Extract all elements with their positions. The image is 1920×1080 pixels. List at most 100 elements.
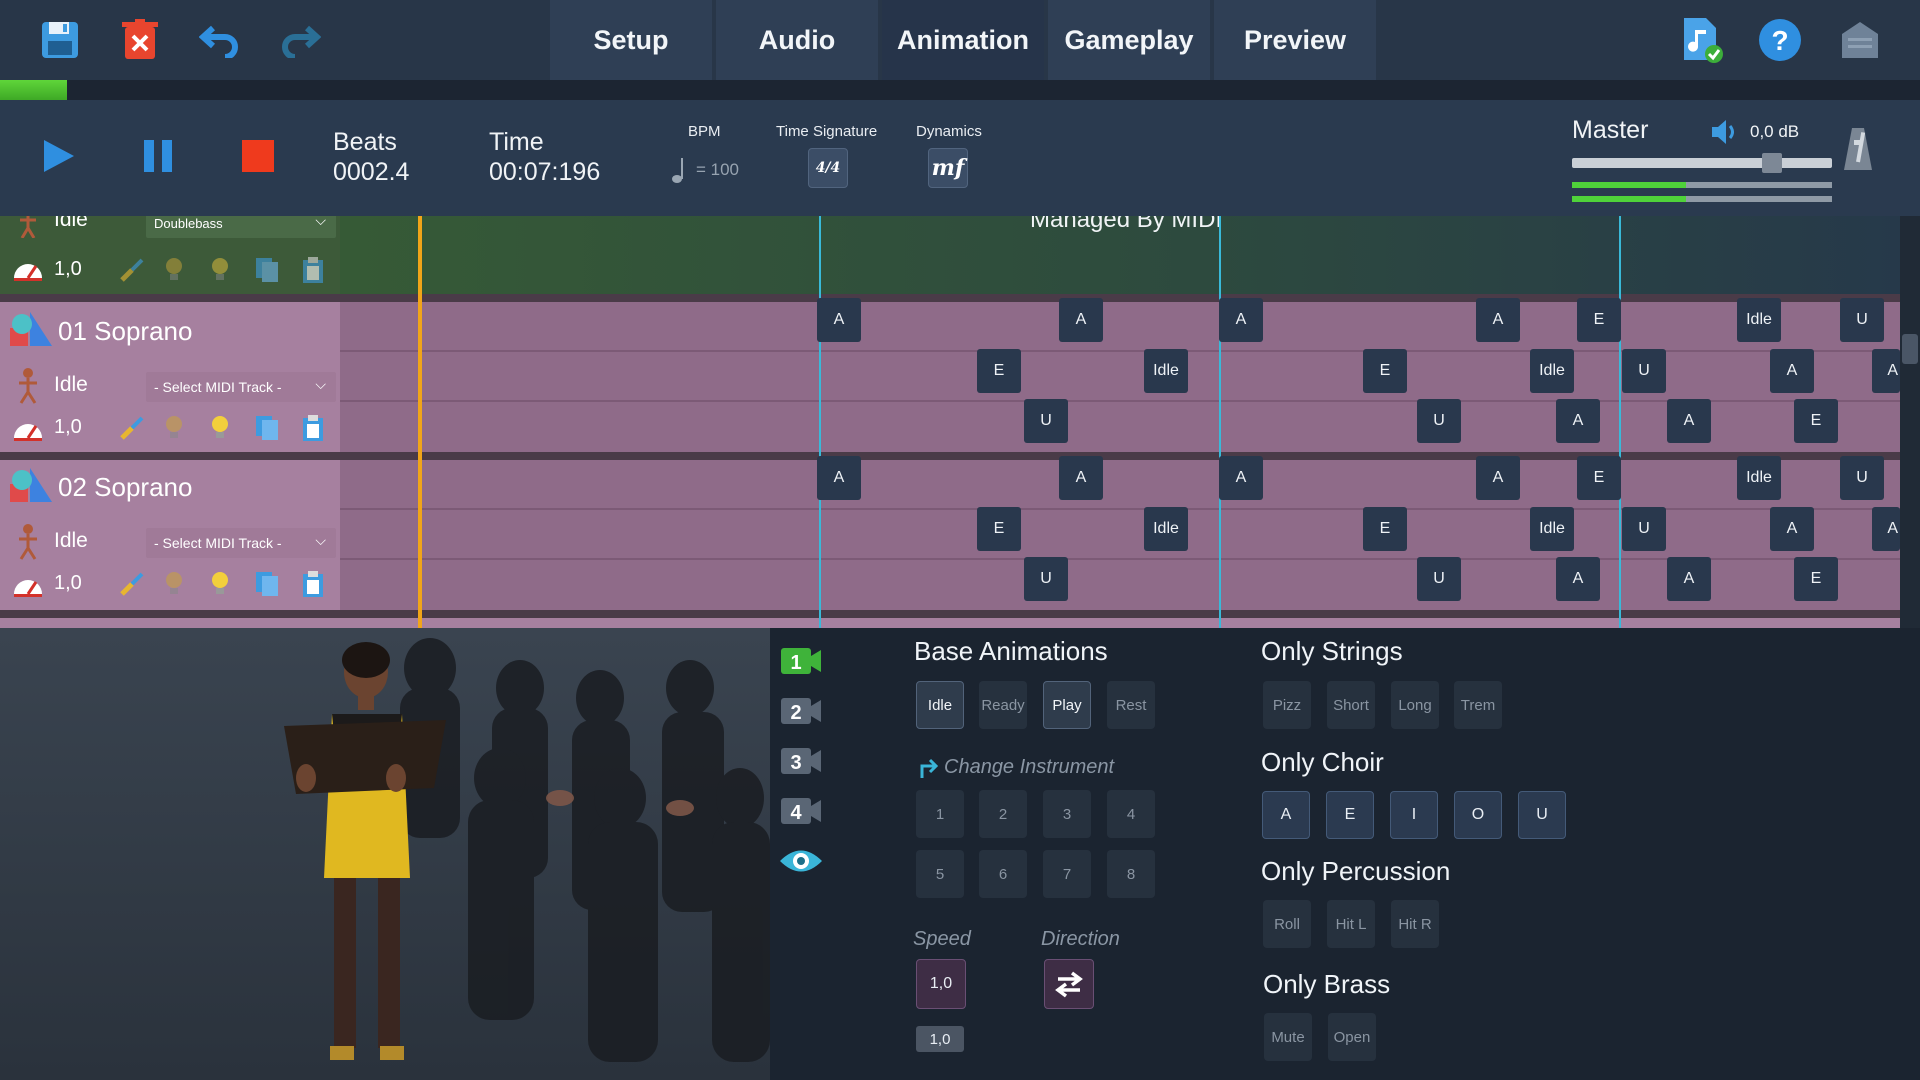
anim-block[interactable]: E	[1794, 557, 1838, 601]
bulb-dim-icon[interactable]	[162, 256, 192, 286]
anim-block[interactable]: U	[1840, 298, 1884, 342]
anim-block[interactable]: E	[1363, 349, 1407, 393]
anim-block[interactable]: Idle	[1530, 507, 1574, 551]
stop-button[interactable]	[230, 128, 286, 184]
anim-block[interactable]: Idle	[1737, 456, 1781, 500]
direction-button[interactable]	[1044, 959, 1094, 1009]
instrument-slot-8[interactable]: 8	[1107, 850, 1155, 898]
anim-block[interactable]: U	[1840, 456, 1884, 500]
camera-2-button[interactable]: 2	[776, 694, 826, 728]
choir-a-button[interactable]: A	[1262, 791, 1310, 839]
anim-block[interactable]: A	[1219, 456, 1263, 500]
anim-block[interactable]: A	[1667, 557, 1711, 601]
anim-block[interactable]: A	[1476, 456, 1520, 500]
anim-block[interactable]: A	[1770, 507, 1814, 551]
instrument-select[interactable]: Doublebass⌵	[146, 216, 336, 238]
camera-4-button[interactable]: 4	[776, 794, 826, 828]
instrument-slot-3[interactable]: 3	[1043, 790, 1091, 838]
bulb-settings-icon[interactable]	[208, 256, 238, 286]
anim-block[interactable]: A	[817, 298, 861, 342]
redo-icon[interactable]	[274, 14, 326, 66]
choir-e-button[interactable]: E	[1326, 791, 1374, 839]
master-volume-slider[interactable]	[1572, 158, 1832, 168]
metronome-icon[interactable]	[1842, 126, 1874, 174]
anim-block[interactable]: U	[1622, 349, 1666, 393]
anim-block[interactable]: Idle	[1530, 349, 1574, 393]
anim-block[interactable]: A	[1219, 298, 1263, 342]
instrument-slot-6[interactable]: 6	[979, 850, 1027, 898]
midi-track-select[interactable]: - Select MIDI Track -⌵	[146, 372, 336, 402]
anim-block[interactable]: E	[1577, 298, 1621, 342]
camera-1-button[interactable]: 1	[776, 644, 826, 678]
speedometer-icon[interactable]	[12, 254, 44, 282]
playhead[interactable]	[418, 216, 422, 628]
anim-block[interactable]: A	[1667, 399, 1711, 443]
instrument-slot-4[interactable]: 4	[1107, 790, 1155, 838]
time-signature-button[interactable]: 4/4	[808, 148, 848, 188]
instrument-slot-2[interactable]: 2	[979, 790, 1027, 838]
dynamics-button[interactable]: mf	[928, 148, 968, 188]
copy-icon[interactable]	[254, 570, 284, 600]
anim-block[interactable]: A	[1872, 507, 1900, 551]
anim-block[interactable]: U	[1024, 399, 1068, 443]
choir-o-button[interactable]: O	[1454, 791, 1502, 839]
undo-icon[interactable]	[194, 14, 246, 66]
anim-block[interactable]: U	[1417, 557, 1461, 601]
base-idle-button[interactable]: Idle	[916, 681, 964, 729]
music-file-check-icon[interactable]	[1676, 14, 1728, 66]
anim-block[interactable]: E	[1363, 507, 1407, 551]
paste-icon[interactable]	[300, 570, 330, 600]
anim-block[interactable]: E	[977, 349, 1021, 393]
anim-block[interactable]: A	[1059, 298, 1103, 342]
copy-icon[interactable]	[254, 256, 284, 286]
pause-button[interactable]	[130, 128, 186, 184]
instrument-slot-5[interactable]: 5	[916, 850, 964, 898]
speaker-icon[interactable]	[1710, 118, 1740, 146]
anim-block[interactable]: Idle	[1144, 507, 1188, 551]
bulb-settings-icon[interactable]	[208, 570, 238, 600]
bulb-settings-icon[interactable]	[208, 414, 238, 444]
percussion-hit-l-button[interactable]: Hit L	[1327, 900, 1375, 948]
help-icon[interactable]: ?	[1754, 14, 1806, 66]
choir-u-button[interactable]: U	[1518, 791, 1566, 839]
master-volume-knob[interactable]	[1762, 153, 1782, 173]
copy-icon[interactable]	[254, 414, 284, 444]
save-icon[interactable]	[34, 14, 86, 66]
bulb-dim-icon[interactable]	[162, 570, 192, 600]
song-progress-bar[interactable]	[0, 80, 1920, 100]
tab-audio[interactable]: Audio	[716, 0, 878, 80]
speed-button[interactable]: 1,0	[916, 959, 966, 1009]
strings-long-button[interactable]: Long	[1391, 681, 1439, 729]
anim-block[interactable]: A	[817, 456, 861, 500]
percussion-hit-r-button[interactable]: Hit R	[1391, 900, 1439, 948]
tab-gameplay[interactable]: Gameplay	[1048, 0, 1210, 80]
home-icon[interactable]	[1834, 14, 1886, 66]
anim-block[interactable]: A	[1059, 456, 1103, 500]
paste-icon[interactable]	[300, 414, 330, 444]
tab-preview[interactable]: Preview	[1214, 0, 1376, 80]
timeline-scrollbar[interactable]	[1900, 216, 1920, 628]
anim-block[interactable]: A	[1476, 298, 1520, 342]
delete-icon[interactable]	[114, 14, 166, 66]
anim-block[interactable]: U	[1622, 507, 1666, 551]
anim-block[interactable]: A	[1872, 349, 1900, 393]
speed-value-field[interactable]: 1,0	[916, 1026, 964, 1052]
anim-block[interactable]: E	[1794, 399, 1838, 443]
scene-preview-viewport[interactable]	[0, 628, 770, 1080]
anim-block[interactable]: A	[1556, 399, 1600, 443]
camera-3-button[interactable]: 3	[776, 744, 826, 778]
anim-block[interactable]: E	[1577, 456, 1621, 500]
strings-pizz-button[interactable]: Pizz	[1263, 681, 1311, 729]
eye-icon[interactable]	[776, 844, 826, 878]
base-play-button[interactable]: Play	[1043, 681, 1091, 729]
paste-icon[interactable]	[300, 256, 330, 286]
anim-block[interactable]: Idle	[1737, 298, 1781, 342]
anim-block[interactable]: A	[1556, 557, 1600, 601]
instrument-slot-7[interactable]: 7	[1043, 850, 1091, 898]
anim-block[interactable]: Idle	[1144, 349, 1188, 393]
brush-icon[interactable]	[118, 414, 148, 444]
brass-open-button[interactable]: Open	[1328, 1013, 1376, 1061]
brass-mute-button[interactable]: Mute	[1264, 1013, 1312, 1061]
strings-trem-button[interactable]: Trem	[1454, 681, 1502, 729]
instrument-slot-1[interactable]: 1	[916, 790, 964, 838]
